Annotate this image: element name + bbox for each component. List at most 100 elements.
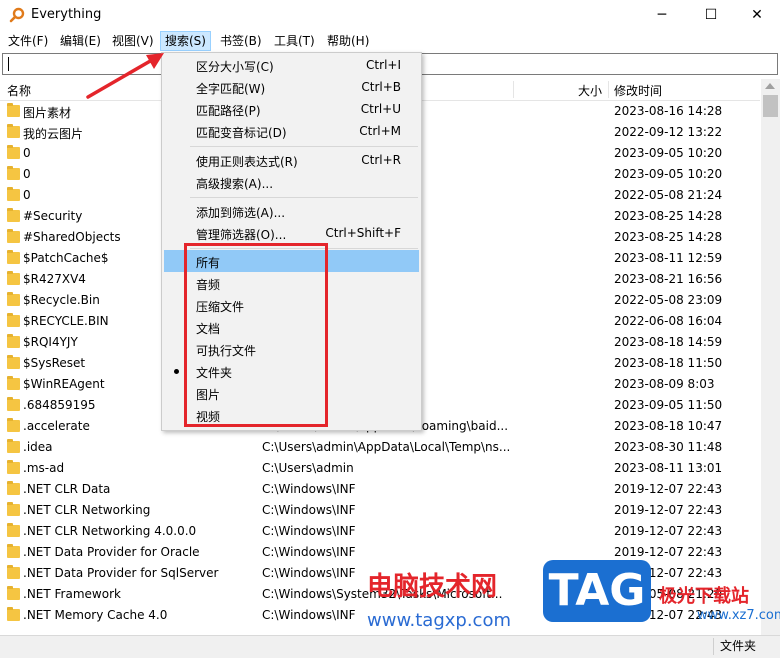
folder-icon	[7, 565, 20, 579]
menu-item-label: 全字匹配(W)	[196, 82, 266, 96]
row-name: .accelerate	[23, 419, 90, 433]
folder-icon	[7, 481, 20, 495]
row-name: $RQI4YJY	[23, 335, 78, 349]
row-modified: 2023-08-16 14:28	[614, 104, 723, 118]
menu-item-match-diacritics[interactable]: 匹配变音标记(D) Ctrl+M	[164, 120, 419, 142]
close-button[interactable]: ✕	[734, 0, 780, 30]
menu-help[interactable]: 帮助(H)	[323, 32, 373, 50]
row-name: #SharedObjects	[23, 230, 121, 244]
row-modified: 2023-08-18 14:59	[614, 335, 723, 349]
menu-item-whole-word[interactable]: 全字匹配(W) Ctrl+B	[164, 76, 419, 98]
row-path: C:\Windows\INF	[262, 482, 356, 496]
row-name: 0	[23, 188, 31, 202]
menu-item-advanced-search[interactable]: 高级搜索(A)...	[164, 171, 419, 193]
status-filter: 文件夹	[712, 638, 762, 655]
column-divider[interactable]	[608, 81, 609, 98]
row-name: .NET CLR Data	[23, 482, 111, 496]
folder-icon	[7, 355, 20, 369]
row-modified: 2022-05-08 21:24	[614, 188, 723, 202]
folder-icon	[7, 208, 20, 222]
menu-item-match-path[interactable]: 匹配路径(P) Ctrl+U	[164, 98, 419, 120]
menu-separator	[190, 197, 418, 198]
row-modified: 2022-05-08 23:09	[614, 293, 723, 307]
folder-icon	[7, 334, 20, 348]
folder-icon	[7, 166, 20, 180]
column-size-header[interactable]: 大小	[578, 82, 602, 99]
column-name-header[interactable]: 名称	[7, 82, 31, 99]
menu-item-shortcut: Ctrl+I	[366, 58, 401, 72]
row-modified: 2023-08-11 13:01	[614, 461, 723, 475]
column-divider[interactable]	[513, 81, 514, 98]
row-name: .NET Data Provider for Oracle	[23, 545, 200, 559]
row-modified: 2023-08-30 11:48	[614, 440, 723, 454]
row-name: $R427XV4	[23, 272, 86, 286]
menu-item-shortcut: Ctrl+Shift+F	[325, 226, 401, 240]
menu-item-label: 匹配路径(P)	[196, 104, 261, 118]
folder-icon	[7, 187, 20, 201]
row-name: 0	[23, 167, 31, 181]
folder-icon	[7, 397, 20, 411]
maximize-button[interactable]: ☐	[688, 0, 734, 30]
row-modified: 2019-12-07 22:43	[614, 482, 723, 496]
folder-icon	[7, 229, 20, 243]
watermark-site-name: 极光下载站	[659, 586, 749, 607]
row-name: 0	[23, 146, 31, 160]
table-row[interactable]: .ms-ad C:\Users\admin 2023-08-11 13:01	[0, 458, 760, 479]
menu-item-label: 添加到筛选(A)...	[196, 206, 286, 220]
menu-tools[interactable]: 工具(T)	[270, 32, 319, 50]
row-modified: 2023-08-18 11:50	[614, 356, 723, 370]
table-row[interactable]: .idea C:\Users\admin\AppData\Local\Temp\n…	[0, 437, 760, 458]
menu-file[interactable]: 文件(F)	[4, 32, 52, 50]
row-modified: 2019-12-07 22:43	[614, 545, 723, 559]
row-modified: 2023-08-09 8:03	[614, 377, 715, 391]
menu-item-add-to-filters[interactable]: 添加到筛选(A)...	[164, 200, 419, 222]
row-modified: 2023-08-11 12:59	[614, 251, 723, 265]
row-name: .NET CLR Networking	[23, 503, 151, 517]
folder-icon	[7, 376, 20, 390]
table-row[interactable]: .NET CLR Networking C:\Windows\INF 2019-12…	[0, 500, 760, 521]
row-path: C:\Users\admin	[262, 461, 354, 475]
table-row[interactable]: .NET Data Provider for Oracle C:\Windows\…	[0, 542, 760, 563]
row-name: .NET Memory Cache 4.0	[23, 608, 168, 622]
row-name: .NET Framework	[23, 587, 121, 601]
row-name: .NET CLR Networking 4.0.0.0	[23, 524, 197, 538]
row-name: .idea	[23, 440, 53, 454]
row-modified: 2023-09-05 11:50	[614, 398, 723, 412]
folder-icon	[7, 271, 20, 285]
row-name: 我的云图片	[23, 127, 84, 141]
row-name: $SysReset	[23, 356, 86, 370]
menu-item-regex[interactable]: 使用正则表达式(R) Ctrl+R	[164, 149, 419, 171]
row-modified: 2023-08-21 16:56	[614, 272, 723, 286]
row-name: $Recycle.Bin	[23, 293, 100, 307]
folder-icon	[7, 313, 20, 327]
row-name: $WinREAgent	[23, 377, 105, 391]
row-modified: 2023-09-05 10:20	[614, 146, 723, 160]
row-modified: 2019-12-07 22:43	[614, 524, 723, 538]
table-row[interactable]: .NET CLR Networking 4.0.0.0 C:\Windows\IN…	[0, 521, 760, 542]
row-name: .684859195	[23, 398, 96, 412]
row-path: C:\Windows\INF	[262, 545, 356, 559]
scroll-up-arrow-icon[interactable]	[765, 83, 775, 89]
row-modified: 2023-09-05 10:20	[614, 167, 723, 181]
menu-bookmarks[interactable]: 书签(B)	[216, 32, 266, 50]
row-modified: 2022-06-08 16:04	[614, 314, 723, 328]
folder-icon	[7, 460, 20, 474]
annotation-highlight-box	[184, 243, 328, 427]
menu-item-organize-filters[interactable]: 管理筛选器(O)... Ctrl+Shift+F	[164, 222, 419, 244]
menu-item-match-case[interactable]: 区分大小写(C) Ctrl+I	[164, 54, 419, 76]
table-row[interactable]: .NET CLR Data C:\Windows\INF 2019-12-07 22…	[0, 479, 760, 500]
column-modified-header[interactable]: 修改时间	[614, 82, 662, 99]
minimize-button[interactable]: ─	[639, 0, 685, 30]
radio-selected-icon	[174, 369, 179, 374]
folder-icon	[7, 586, 20, 600]
row-name: #Security	[23, 209, 83, 223]
window-title: Everything	[31, 7, 102, 22]
row-name: 图片素材	[23, 106, 72, 120]
scroll-thumb[interactable]	[763, 95, 778, 117]
menu-item-label: 匹配变音标记(D)	[196, 126, 287, 140]
folder-icon	[7, 103, 20, 117]
vertical-scrollbar[interactable]	[761, 79, 780, 635]
row-path: C:\Windows\INF	[262, 524, 356, 538]
watermark-url: www.tagxp.com	[367, 610, 511, 631]
folder-icon	[7, 607, 20, 621]
